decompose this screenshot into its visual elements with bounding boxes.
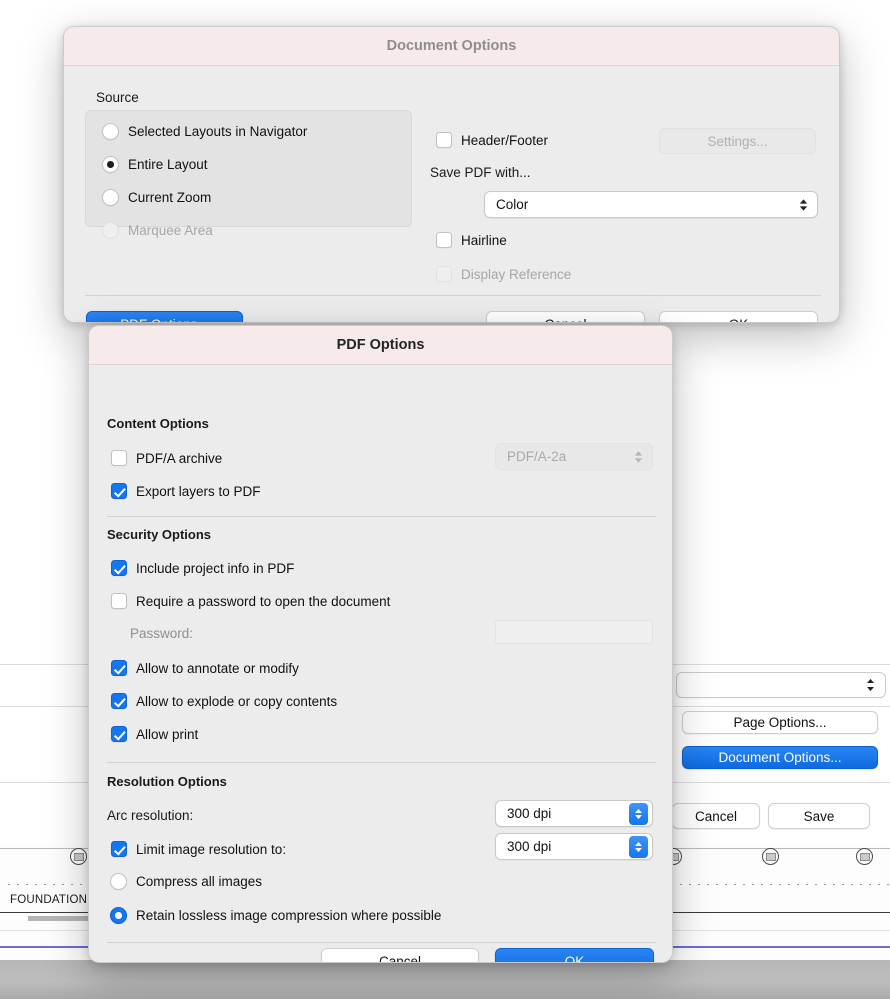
radio-label: Compress all images	[136, 874, 262, 889]
radio-compress-all-images[interactable]: Compress all images	[110, 873, 262, 890]
stepper-updown-icon[interactable]	[629, 836, 648, 858]
footer-divider	[85, 295, 821, 296]
checkbox-export-layers-to-pdf[interactable]: Export layers to PDF	[111, 483, 261, 499]
checkbox-allow-explode[interactable]: Allow to explode or copy contents	[111, 693, 337, 709]
save-pdf-with-popup[interactable]: Color	[484, 191, 818, 218]
document-options-dialog[interactable]: Document Options Source Selected Layouts…	[63, 26, 840, 323]
radio-label: Entire Layout	[128, 157, 208, 172]
checkbox-include-project-info[interactable]: Include project info in PDF	[111, 560, 294, 576]
chevron-updown-icon	[633, 449, 644, 465]
resolution-options-heading: Resolution Options	[107, 774, 227, 789]
document-options-title: Document Options	[64, 27, 839, 66]
pdf-options-title: PDF Options	[89, 326, 672, 365]
checkbox-indicator	[111, 660, 127, 676]
checkbox-require-password[interactable]: Require a password to open the document	[111, 593, 390, 609]
section-divider	[107, 516, 656, 517]
circle-node-icon	[70, 848, 87, 865]
pdf-options-dialog[interactable]: PDF Options Content Options PDF/A archiv…	[88, 325, 673, 963]
pdf-options-body: Content Options PDF/A archive PDF/A-2a E…	[89, 365, 672, 963]
stepper-value: 300 dpi	[507, 806, 551, 821]
footer-divider	[107, 942, 656, 943]
stepper-value: 300 dpi	[507, 839, 551, 854]
limit-image-resolution-stepper[interactable]: 300 dpi	[495, 833, 653, 860]
radio-indicator	[102, 156, 119, 173]
checkbox-label: Limit image resolution to:	[136, 842, 286, 857]
checkbox-limit-image-resolution[interactable]: Limit image resolution to:	[111, 841, 286, 857]
desktop-background-strip	[0, 960, 890, 999]
checkbox-indicator	[111, 560, 127, 576]
radio-indicator	[102, 189, 119, 206]
popup-value: PDF/A-2a	[507, 449, 566, 464]
document-options-body: Source Selected Layouts in Navigator Ent…	[64, 66, 839, 323]
checkbox-label: Allow print	[136, 727, 198, 742]
cad-foundation-label: FOUNDATION	[10, 894, 87, 906]
arc-resolution-label: Arc resolution:	[107, 808, 193, 823]
checkbox-allow-print[interactable]: Allow print	[111, 726, 198, 742]
circle-node-icon	[856, 848, 873, 865]
checkbox-label: PDF/A archive	[136, 451, 222, 466]
radio-indicator	[102, 123, 119, 140]
checkbox-pdfa-archive[interactable]: PDF/A archive	[111, 450, 222, 466]
radio-entire-layout[interactable]: Entire Layout	[102, 156, 208, 173]
checkbox-indicator	[111, 726, 127, 742]
radio-indicator	[110, 907, 127, 924]
radio-label: Selected Layouts in Navigator	[128, 124, 307, 139]
pdfa-level-popup: PDF/A-2a	[495, 443, 653, 470]
checkbox-indicator	[111, 693, 127, 709]
checkbox-indicator	[436, 132, 452, 148]
checkbox-label: Display Reference	[461, 267, 571, 282]
checkbox-label: Export layers to PDF	[136, 484, 261, 499]
checkbox-display-reference: Display Reference	[436, 266, 571, 282]
checkbox-header-footer[interactable]: Header/Footer	[436, 132, 548, 148]
checkbox-indicator	[436, 266, 452, 282]
radio-retain-lossless[interactable]: Retain lossless image compression where …	[110, 907, 441, 924]
checkbox-label: Hairline	[461, 233, 507, 248]
checkbox-hairline[interactable]: Hairline	[436, 232, 507, 248]
radio-label: Current Zoom	[128, 190, 211, 205]
save-pdf-with-label: Save PDF with...	[430, 165, 531, 180]
content-options-heading: Content Options	[107, 416, 209, 431]
pdf-options-button[interactable]: PDF Options...	[86, 311, 243, 323]
stepper-updown-icon[interactable]	[629, 803, 648, 825]
checkbox-label: Include project info in PDF	[136, 561, 294, 576]
header-footer-settings-button: Settings...	[659, 128, 816, 154]
password-label: Password:	[130, 626, 193, 641]
radio-current-zoom[interactable]: Current Zoom	[102, 189, 211, 206]
checkbox-indicator	[436, 232, 452, 248]
document-options-cancel-button[interactable]: Cancel	[486, 311, 645, 323]
radio-marquee-area: Marquee Area	[102, 222, 213, 239]
checkbox-indicator	[111, 841, 127, 857]
security-options-heading: Security Options	[107, 527, 211, 542]
checkbox-indicator	[111, 593, 127, 609]
popup-value: Color	[496, 197, 528, 212]
checkbox-label: Require a password to open the document	[136, 594, 390, 609]
chevron-updown-icon	[798, 197, 809, 213]
checkbox-label: Allow to explode or copy contents	[136, 694, 337, 709]
source-legend: Source	[96, 90, 139, 105]
radio-indicator	[102, 222, 119, 239]
source-groupbox: Selected Layouts in Navigator Entire Lay…	[85, 110, 412, 227]
radio-label: Retain lossless image compression where …	[136, 908, 441, 923]
document-options-ok-button[interactable]: OK	[659, 311, 818, 323]
radio-label: Marquee Area	[128, 223, 213, 238]
section-divider	[107, 762, 656, 763]
pdf-options-ok-button[interactable]: OK	[495, 948, 654, 963]
arc-resolution-stepper[interactable]: 300 dpi	[495, 800, 653, 827]
checkbox-label: Header/Footer	[461, 133, 548, 148]
radio-selected-layouts-in-navigator[interactable]: Selected Layouts in Navigator	[102, 123, 307, 140]
radio-indicator	[110, 873, 127, 890]
circle-node-icon	[762, 848, 779, 865]
cad-hatch-bar	[28, 916, 90, 921]
checkbox-allow-annotate[interactable]: Allow to annotate or modify	[111, 660, 299, 676]
pdf-options-cancel-button[interactable]: Cancel	[321, 948, 479, 963]
password-field	[495, 620, 653, 644]
checkbox-indicator	[111, 450, 127, 466]
checkbox-indicator	[111, 483, 127, 499]
checkbox-label: Allow to annotate or modify	[136, 661, 299, 676]
